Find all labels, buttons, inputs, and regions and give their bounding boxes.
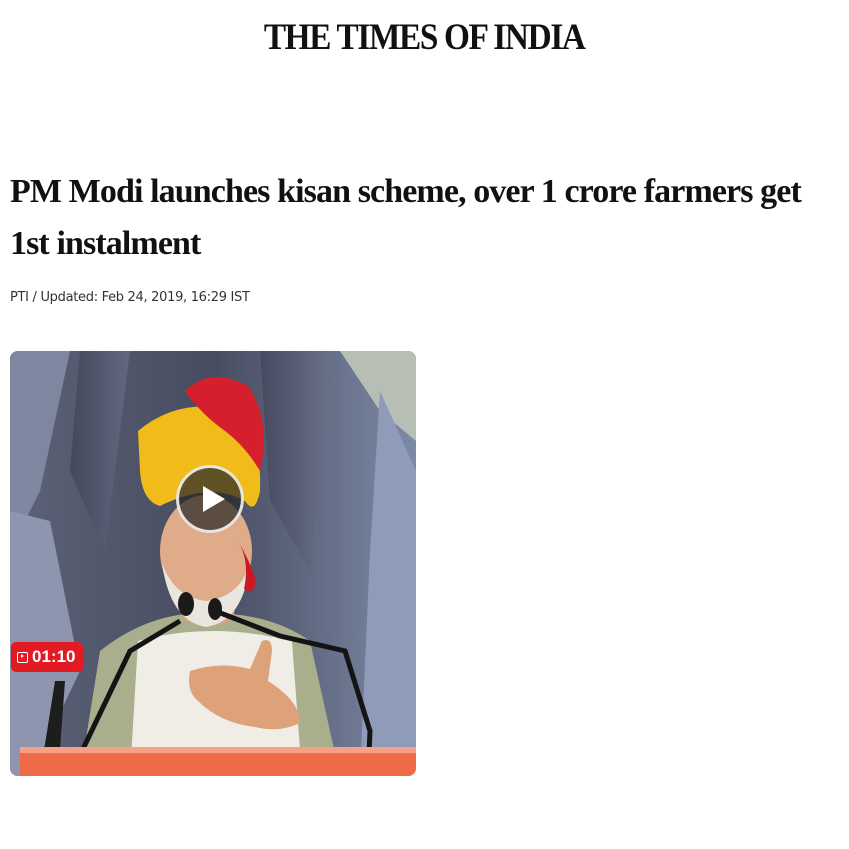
article-headline: PM Modi launches kisan scheme, over 1 cr… [10,173,802,262]
play-icon [203,486,225,512]
video-duration-badge: 01:10 [11,642,84,672]
play-button[interactable] [176,465,244,533]
article-byline: PTI / Updated: Feb 24, 2019, 16:29 IST [10,290,250,305]
video-player[interactable]: 01:10 [10,351,416,776]
video-thumbnail [10,351,416,776]
site-logo[interactable]: THE TIMES OF INDIA [264,18,586,58]
video-icon [17,651,28,663]
masthead: THE TIMES OF INDIA [0,18,849,58]
video-duration: 01:10 [32,647,76,666]
